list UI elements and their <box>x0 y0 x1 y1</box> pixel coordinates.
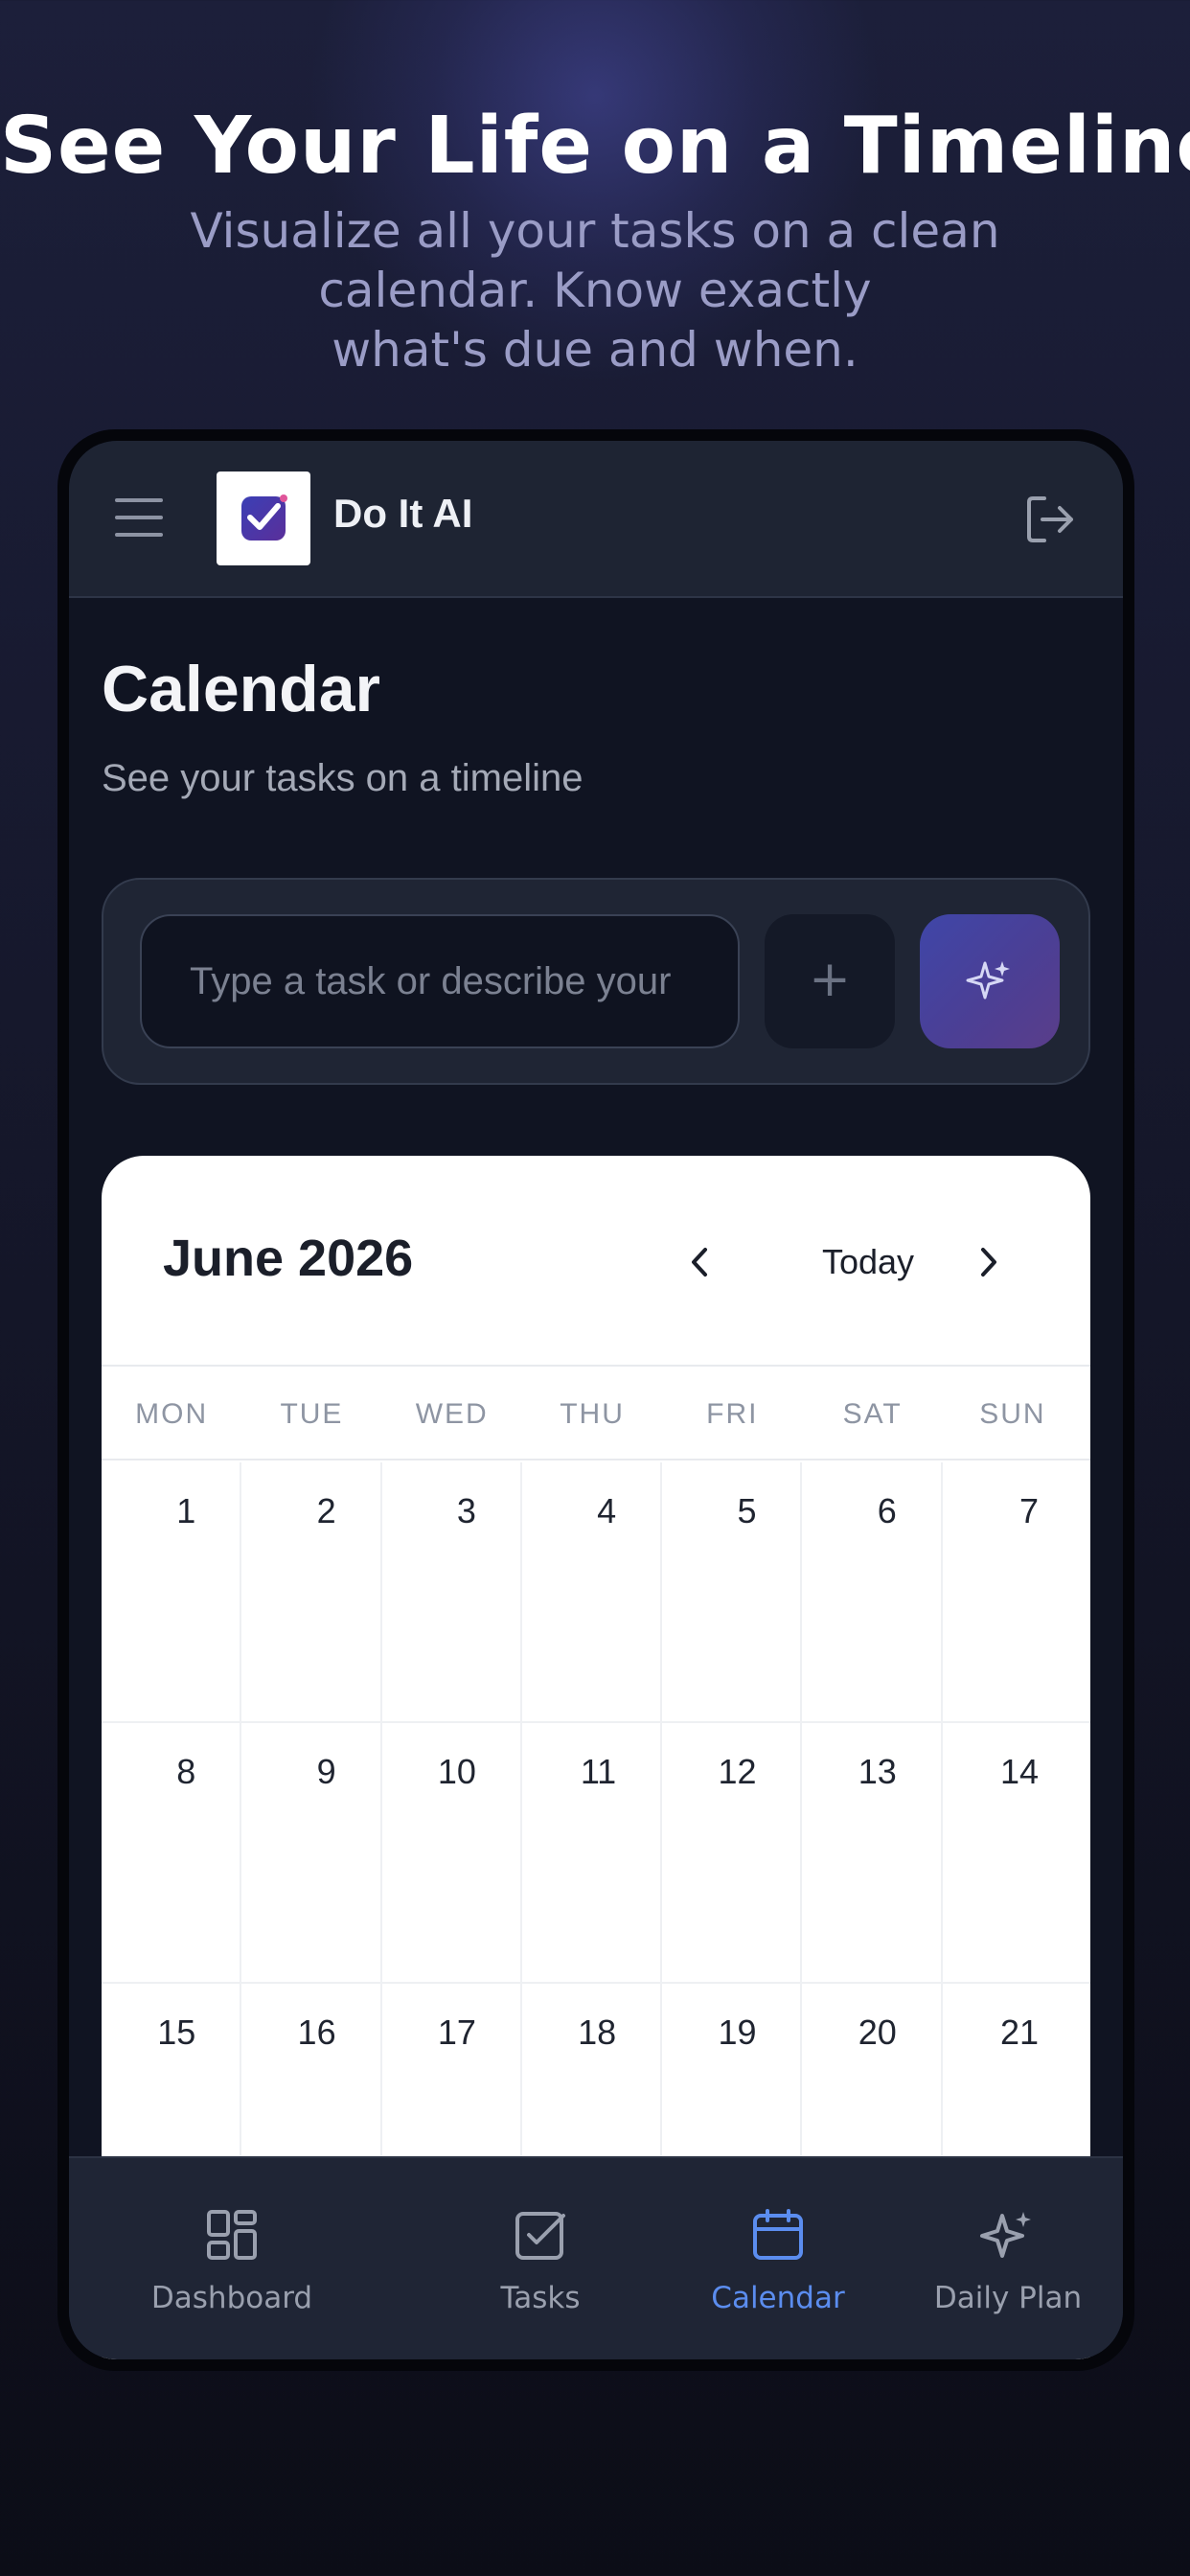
calendar-day-cell[interactable]: 10 <box>382 1723 522 1982</box>
nav-label-calendar: Calendar <box>711 2281 845 2315</box>
calendar-day-cell[interactable]: 9 <box>241 1723 382 1982</box>
weekday-label: TUE <box>280 1398 344 1430</box>
day-number: 15 <box>157 2012 196 2052</box>
nav-item-dashboard[interactable]: Dashboard <box>126 2158 337 2359</box>
nav-label-dashboard: Dashboard <box>150 2281 313 2315</box>
day-number: 21 <box>1000 2012 1040 2052</box>
calendar-week-row: 8 9 10 11 12 13 14 <box>102 1723 1090 1984</box>
calendar-day-cell[interactable]: 6 <box>802 1462 943 1721</box>
app-screen: Do It AI Calendar See your tasks on a ti… <box>69 441 1123 2359</box>
nav-label-daily-plan: Daily Plan <box>933 2281 1083 2315</box>
day-number: 19 <box>718 2012 757 2052</box>
app-logo <box>217 472 310 565</box>
day-number: 8 <box>176 1752 196 1791</box>
ai-generate-button[interactable] <box>920 914 1060 1048</box>
calendar-day-cell[interactable]: 12 <box>662 1723 803 1982</box>
checkbox-icon <box>515 2212 565 2260</box>
hero-subtitle-line: what's due and when. <box>332 322 858 378</box>
calendar-day-cell[interactable]: 8 <box>102 1723 242 1982</box>
nav-label-tasks: Tasks <box>500 2281 581 2315</box>
calendar-header: June 2026 Today <box>102 1156 1090 1367</box>
day-number: 17 <box>437 2012 476 2052</box>
checkmark-logo-icon <box>241 494 287 540</box>
weekday-label: WED <box>415 1398 489 1430</box>
day-number: 5 <box>737 1491 757 1530</box>
weekday-label: FRI <box>706 1398 759 1430</box>
add-task-button[interactable]: + <box>765 914 895 1048</box>
hamburger-menu-icon[interactable] <box>115 498 163 540</box>
app-header: Do It AI <box>69 441 1123 598</box>
nav-item-tasks[interactable]: Tasks <box>445 2158 636 2359</box>
weekday-label: MON <box>135 1398 209 1430</box>
calendar-day-cell[interactable]: 14 <box>943 1723 1083 1982</box>
dashboard-icon <box>207 2210 257 2260</box>
hero-subtitle-line: Visualize all your tasks on a clean <box>190 203 1000 259</box>
day-number: 10 <box>437 1752 476 1791</box>
day-number: 13 <box>858 1752 897 1791</box>
day-number: 6 <box>877 1491 897 1530</box>
nav-item-calendar[interactable]: Calendar <box>673 2158 883 2359</box>
day-number: 2 <box>316 1491 336 1530</box>
calendar-day-cell[interactable]: 4 <box>522 1462 663 1721</box>
calendar-day-cell[interactable]: 11 <box>522 1723 663 1982</box>
weekday-label: SUN <box>979 1398 1046 1430</box>
weekday-label: SAT <box>842 1398 903 1430</box>
today-button[interactable]: Today <box>772 1238 964 1286</box>
calendar-icon <box>753 2209 803 2260</box>
hero-title: See Your Life on a Timeline <box>0 101 1190 192</box>
hero-subtitle: Visualize all your tasks on a clean cale… <box>0 201 1190 380</box>
chevron-right-icon[interactable] <box>964 1238 1012 1286</box>
bottom-nav: Dashboard Tasks Calendar Daily Plan <box>69 2156 1123 2359</box>
calendar-day-cell[interactable]: 13 <box>802 1723 943 1982</box>
day-number: 7 <box>1019 1491 1040 1530</box>
chevron-left-icon[interactable] <box>676 1238 724 1286</box>
hero-subtitle-line: calendar. Know exactly <box>318 263 872 318</box>
app-name: Do It AI <box>333 491 473 536</box>
weekday-header-row: MON TUE WED THU FRI SAT SUN <box>102 1368 1090 1460</box>
day-number: 4 <box>597 1491 617 1530</box>
day-number: 1 <box>176 1491 196 1530</box>
day-number: 16 <box>297 2012 336 2052</box>
calendar-day-cell[interactable]: 7 <box>943 1462 1083 1721</box>
logout-icon[interactable] <box>1021 491 1079 548</box>
day-number: 11 <box>580 1752 617 1791</box>
calendar-grid: 1 2 3 4 5 6 7 8 9 10 11 12 13 14 15 16 1… <box>102 1462 1090 2244</box>
day-number: 14 <box>1000 1752 1040 1791</box>
day-number: 20 <box>858 2012 897 2052</box>
nav-item-daily-plan[interactable]: Daily Plan <box>912 2158 1104 2359</box>
task-input[interactable]: Type a task or describe your <box>140 914 740 1048</box>
day-number: 12 <box>718 1752 757 1791</box>
sparkle-icon <box>980 2212 1031 2258</box>
day-number: 18 <box>578 2012 617 2052</box>
day-number: 9 <box>316 1752 336 1791</box>
calendar-month-label: June 2026 <box>163 1230 414 1287</box>
calendar-week-row: 1 2 3 4 5 6 7 <box>102 1462 1090 1723</box>
day-number: 3 <box>456 1491 476 1530</box>
calendar-day-cell[interactable]: 1 <box>102 1462 242 1721</box>
weekday-label: THU <box>560 1398 625 1430</box>
task-input-card: Type a task or describe your + <box>102 878 1090 1085</box>
calendar-day-cell[interactable]: 5 <box>662 1462 803 1721</box>
page-subtitle: See your tasks on a timeline <box>102 757 584 799</box>
page-title: Calendar <box>102 653 380 725</box>
sparkle-icon <box>966 961 1010 1000</box>
calendar-day-cell[interactable]: 2 <box>241 1462 382 1721</box>
calendar-day-cell[interactable]: 3 <box>382 1462 522 1721</box>
